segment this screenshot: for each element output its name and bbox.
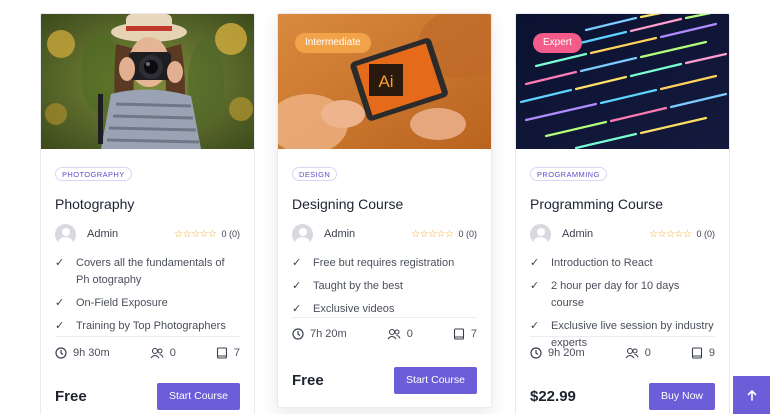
- course-title[interactable]: Programming Course: [530, 195, 715, 213]
- duration-stat: 7h 20m: [292, 328, 347, 340]
- list-item: ✓ Introduction to React: [530, 255, 715, 272]
- checkmark-icon: ✓: [292, 257, 302, 269]
- level-badge: Intermediate: [295, 33, 371, 53]
- rating: ☆☆☆☆☆ 0 (0): [174, 229, 240, 240]
- avatar: [530, 223, 551, 245]
- level-badge: Expert: [533, 33, 582, 53]
- scroll-to-top-button[interactable]: [733, 376, 770, 414]
- lessons-stat: 9: [691, 347, 715, 359]
- list-item: ✓ Training by Top Photographers: [55, 318, 240, 335]
- course-card-designing[interactable]: Ai Intermediate DESIGN Designing Course …: [277, 13, 492, 408]
- avatar: [292, 223, 313, 245]
- avatar: [55, 223, 76, 245]
- course-title[interactable]: Designing Course: [292, 195, 477, 213]
- photography-thumbnail-image: [41, 14, 254, 149]
- star-rating-icon: ☆☆☆☆☆: [649, 228, 692, 240]
- duration-stat: 9h 20m: [530, 347, 585, 359]
- list-item: ✓ On-Field Exposure: [55, 295, 240, 312]
- list-item: ✓ Taught by the best: [292, 278, 477, 295]
- book-icon: [691, 347, 702, 359]
- course-card-programming[interactable]: Expert PROGRAMMING Programming Course Ad…: [515, 13, 730, 414]
- rating-count: 0 (0): [458, 229, 477, 239]
- start-course-button[interactable]: Start Course: [394, 367, 477, 394]
- list-item: ✓ Covers all the fundamentals of Ph otogr…: [55, 255, 240, 289]
- arrow-up-icon: [747, 390, 756, 401]
- buy-now-button[interactable]: Buy Now: [648, 383, 715, 410]
- course-thumbnail[interactable]: Ai Intermediate: [278, 14, 491, 149]
- duration-stat: 9h 30m: [55, 347, 110, 359]
- price: Free: [292, 372, 324, 389]
- course-card-photography[interactable]: PHOTOGRAPHY Photography Admin ☆☆☆☆☆ 0 (0…: [40, 13, 255, 414]
- course-stats: 9h 20m 0 9: [530, 336, 715, 359]
- book-icon: [453, 328, 464, 340]
- course-stats: 7h 20m 0 7: [292, 317, 477, 340]
- clock-icon: [55, 347, 67, 359]
- users-icon: [625, 347, 639, 359]
- users-icon: [387, 328, 401, 340]
- rating-count: 0 (0): [696, 229, 715, 239]
- feature-list: ✓ Free but requires registration ✓ Taught …: [292, 255, 477, 318]
- users-icon: [150, 347, 164, 359]
- rating-count: 0 (0): [221, 229, 240, 239]
- price: Free: [55, 388, 87, 405]
- lessons-stat: 7: [453, 328, 477, 340]
- checkmark-icon: ✓: [292, 303, 302, 315]
- course-stats: 9h 30m 0 7: [55, 336, 240, 359]
- category-tag[interactable]: PROGRAMMING: [530, 167, 607, 181]
- clock-icon: [530, 347, 542, 359]
- course-thumbnail[interactable]: [41, 14, 254, 149]
- course-title[interactable]: Photography: [55, 195, 240, 213]
- category-tag[interactable]: PHOTOGRAPHY: [55, 167, 132, 181]
- students-stat: 0: [387, 328, 413, 340]
- author-name[interactable]: Admin: [87, 228, 118, 240]
- star-rating-icon: ☆☆☆☆☆: [411, 228, 454, 240]
- illustrator-logo: Ai: [378, 72, 393, 91]
- list-item: ✓ Exclusive videos: [292, 301, 477, 318]
- price: $22.99: [530, 388, 576, 405]
- checkmark-icon: ✓: [55, 297, 65, 309]
- checkmark-icon: ✓: [55, 257, 65, 269]
- book-icon: [216, 347, 227, 359]
- rating: ☆☆☆☆☆ 0 (0): [649, 229, 715, 240]
- list-item: ✓ Free but requires registration: [292, 255, 477, 272]
- author-name[interactable]: Admin: [324, 228, 355, 240]
- checkmark-icon: ✓: [530, 257, 540, 269]
- feature-list: ✓ Covers all the fundamentals of Ph otogr…: [55, 255, 240, 335]
- checkmark-icon: ✓: [530, 280, 540, 292]
- list-item: ✓ 2 hour per day for 10 days course: [530, 278, 715, 312]
- author-name[interactable]: Admin: [562, 228, 593, 240]
- course-thumbnail[interactable]: Expert: [516, 14, 729, 149]
- students-stat: 0: [625, 347, 651, 359]
- star-rating-icon: ☆☆☆☆☆: [174, 228, 217, 240]
- students-stat: 0: [150, 347, 176, 359]
- category-tag[interactable]: DESIGN: [292, 167, 338, 181]
- lessons-stat: 7: [216, 347, 240, 359]
- start-course-button[interactable]: Start Course: [157, 383, 240, 410]
- clock-icon: [292, 328, 304, 340]
- checkmark-icon: ✓: [292, 280, 302, 292]
- checkmark-icon: ✓: [55, 320, 65, 332]
- rating: ☆☆☆☆☆ 0 (0): [411, 229, 477, 240]
